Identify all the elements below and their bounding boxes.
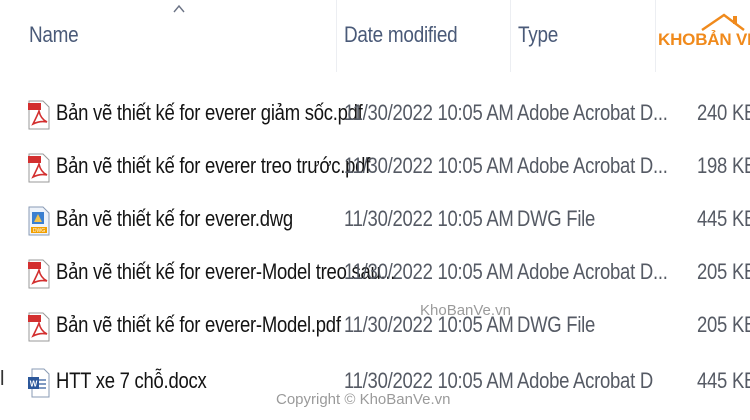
svg-text:DWG: DWG [33,228,45,234]
file-date-modified: 11/30/2022 10:05 AM [344,206,514,231]
column-header-name[interactable]: Name [29,22,79,48]
logo-text-kho: KHO [658,30,696,49]
pdf-icon [28,100,50,130]
logo-text: KHOBẢN VẼ [658,30,750,50]
file-name[interactable]: Bản vẽ thiết kế for everer.dwg [56,206,293,232]
file-name[interactable]: Bản vẽ thiết kế for everer-Model.pdf [56,312,341,338]
house-roof-icon [701,13,745,31]
file-size: 205 KB [697,312,750,337]
pdf-icon [28,259,50,289]
file-size: 198 KB [697,153,750,178]
file-type: Adobe Acrobat D... [517,100,668,125]
file-type: DWG File [517,312,596,337]
column-header-type[interactable]: Type [518,22,558,48]
column-separator[interactable] [510,0,511,72]
file-size: 445 KB [697,368,750,393]
file-date-modified: 11/30/2022 10:05 AM [344,259,514,284]
word-icon: W [28,368,50,398]
file-type: Adobe Acrobat D... [517,259,668,284]
logo-text-banve: BẢN VẼ [695,30,750,49]
watermark-text: KhoBanVe.vn [420,302,511,319]
left-edge-mark: l [0,368,5,390]
dwg-icon: DWG [28,206,50,236]
column-header-bar: Name Date modified Type KHOBẢN VẼ [0,0,750,78]
file-name[interactable]: HTT xe 7 chỗ.docx [56,368,207,394]
pdf-icon [28,153,50,183]
pdf-icon [28,312,50,342]
file-size: 445 KB [697,206,750,231]
file-row[interactable]: Bản vẽ thiết kế for everer giảm sốc.pdf … [0,96,750,146]
chevron-up-icon[interactable] [172,2,186,16]
file-row[interactable]: Bản vẽ thiết kế for everer treo trước.pd… [0,149,750,199]
column-separator[interactable] [336,0,337,72]
file-name[interactable]: Bản vẽ thiết kế for everer treo trước.pd… [56,153,370,179]
file-row[interactable]: DWG Bản vẽ thiết kế for everer.dwg 11/30… [0,202,750,252]
copyright-watermark: Copyright © KhoBanVe.vn [276,391,451,408]
file-type: DWG File [517,206,596,231]
khobanve-logo: KHOBẢN VẼ [652,12,750,56]
file-type: Adobe Acrobat D [517,368,653,393]
file-size: 240 KB [697,100,750,125]
column-header-date-modified[interactable]: Date modified [344,22,458,48]
file-explorer: Name Date modified Type KHOBẢN VẼ Bản vẽ… [0,0,750,420]
file-date-modified: 11/30/2022 10:05 AM [344,153,514,178]
file-size: 205 KB [697,259,750,284]
file-row[interactable]: Bản vẽ thiết kế for everer-Model.pdf 11/… [0,308,750,358]
file-row[interactable]: Bản vẽ thiết kế for everer-Model treo sa… [0,255,750,305]
file-type: Adobe Acrobat D... [517,153,668,178]
file-name[interactable]: Bản vẽ thiết kế for everer giảm sốc.pdf [56,100,363,126]
file-date-modified: 11/30/2022 10:05 AM [344,100,514,125]
svg-text:W: W [30,380,38,389]
